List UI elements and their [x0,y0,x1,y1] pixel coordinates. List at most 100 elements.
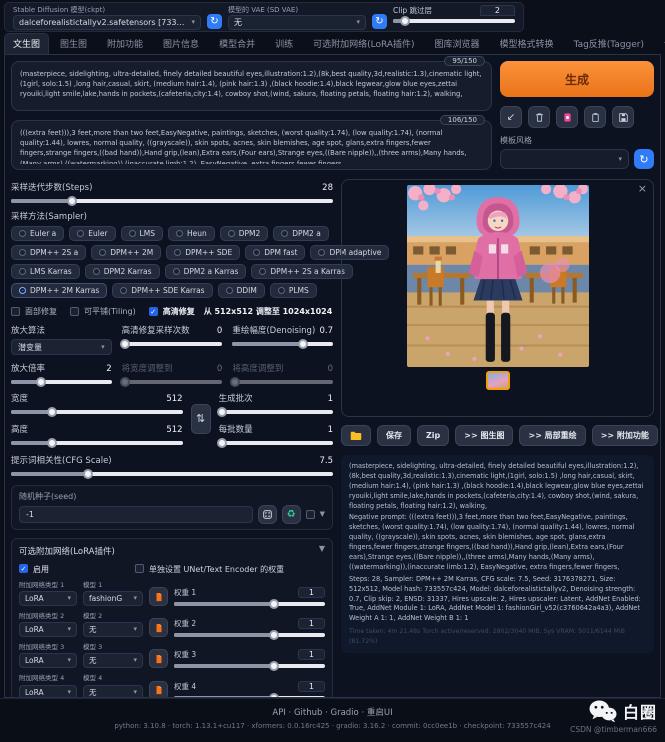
tab-train[interactable]: 训练 [266,33,302,54]
denoise-slider[interactable] [232,342,333,346]
send-to-inpaint-button[interactable]: >> 局部重绘 [519,425,585,446]
upscaler-select[interactable]: 潜变量▾ [11,339,112,355]
close-icon[interactable]: × [638,182,647,195]
resize-width-slider[interactable] [122,380,223,384]
lora-weight-value[interactable]: 1 [298,649,325,660]
batch-size-slider[interactable] [219,441,333,445]
sampler-option-selected[interactable]: DPM++ 2M Karras [11,283,107,298]
sampler-option[interactable]: DPM++ 2S a Karras [251,264,353,279]
sampler-option[interactable]: DPM fast [245,245,305,260]
addnet-separate-checkbox[interactable] [135,564,144,573]
sampler-option[interactable]: DPM++ 2S a [11,245,86,260]
generated-image[interactable] [407,185,589,367]
tab-image-browser[interactable]: 图库浏览器 [426,33,489,54]
sampler-option[interactable]: DPM++ SDE Karras [112,283,212,298]
lora-weight-slider[interactable] [174,633,325,637]
lora-model-select[interactable]: fashionG▾ [83,591,143,606]
footer: API · Github · Gradio · 重启UI python: 3.1… [0,698,665,742]
addnet-enable-checkbox[interactable]: ✓ [19,564,28,573]
steps-slider[interactable] [11,199,333,203]
face-restore-checkbox[interactable] [11,307,20,316]
sampler-option[interactable]: LMS Karras [11,264,80,279]
gallery-thumbnail[interactable] [486,371,510,390]
styles-select[interactable]: ▾ [500,149,629,169]
prompt-input[interactable]: (masterpiece, sidelighting, ultra-detail… [20,69,483,105]
sampler-option[interactable]: Euler [69,226,115,241]
reuse-seed-button[interactable]: ♻ [282,505,301,524]
random-seed-button[interactable] [258,505,277,524]
sampler-option[interactable]: Heun [168,226,215,241]
lora-model-select[interactable]: 无▾ [83,653,143,668]
send-to-img2img-button[interactable]: >> 图生图 [455,425,513,446]
hires-steps-slider[interactable] [122,342,223,346]
generate-button[interactable]: 生成 [500,61,654,97]
lora-type-select[interactable]: LoRA▾ [19,685,77,699]
lora-weight-value[interactable]: 1 [298,681,325,692]
tab-tagger[interactable]: Tag反推(Tagger) [565,33,653,54]
sampler-option[interactable]: Euler a [11,226,64,241]
refresh-checkpoint-button[interactable]: ↻ [207,14,222,29]
extra-networks-button[interactable] [556,106,578,128]
sampler-option[interactable]: DDIM [218,283,265,298]
sampler-option[interactable]: DPM2 a Karras [165,264,247,279]
sampler-option[interactable]: DPM++ 2M [91,245,161,260]
lora-metadata-button[interactable] [149,587,168,606]
checkpoint-select[interactable]: dalceforealistictallyv2.safetensors [733… [13,15,201,30]
upscale-by-slider[interactable] [11,380,112,384]
brand-watermark: 白圈 [588,699,657,723]
width-slider[interactable] [11,410,183,414]
lora-model-select[interactable]: 无▾ [83,685,143,699]
tab-png-info[interactable]: 图片信息 [154,33,208,54]
lora-weight-value[interactable]: 1 [298,587,325,598]
tab-extras[interactable]: 附加功能 [98,33,152,54]
seed-extra-checkbox[interactable] [306,510,315,519]
lora-weight-slider[interactable] [174,602,325,606]
additional-networks-header[interactable]: 可选附加网络(LoRA插件) ▼ [19,545,325,557]
refresh-vae-button[interactable]: ↻ [372,14,387,29]
save-style-button[interactable] [612,106,634,128]
negative-prompt-input[interactable]: (((extra feet))),3 feet,more than two fe… [20,128,483,164]
tab-img2img[interactable]: 图生图 [51,33,96,54]
batch-count-slider[interactable] [219,410,333,414]
lora-type-select[interactable]: LoRA▾ [19,591,77,606]
clip-skip-slider[interactable] [393,19,515,23]
tab-model-converter[interactable]: 模型格式转换 [491,33,563,54]
paste-params-button[interactable]: ↙ [500,106,522,128]
vae-select[interactable]: 无 ▾ [228,15,366,30]
lora-metadata-button[interactable] [149,649,168,668]
lora-type-select[interactable]: LoRA▾ [19,653,77,668]
seed-input[interactable]: -1 [19,506,253,523]
sampler-option[interactable]: PLMS [270,283,317,298]
height-slider[interactable] [11,441,183,445]
send-to-extras-button[interactable]: >> 附加功能 [592,425,658,446]
lora-row-3: 附加网络类型 3LoRA▾ 模型 3无▾ 权重 31 [19,643,325,668]
cfg-slider[interactable] [11,472,333,476]
hires-checkbox[interactable]: ✓ [149,307,158,316]
lora-metadata-button[interactable] [149,618,168,637]
tab-additional-networks[interactable]: 可选附加网络(LoRA插件) [304,33,423,54]
apply-style-button[interactable] [584,106,606,128]
save-image-button[interactable]: 保存 [377,425,411,446]
lora-type-select[interactable]: LoRA▾ [19,622,77,637]
tab-settings[interactable]: 设置 [655,33,665,54]
refresh-styles-button[interactable]: ↻ [634,149,654,169]
sampler-option[interactable]: DPM2 [220,226,269,241]
zip-button[interactable]: Zip [417,425,449,446]
tab-checkpoint-merger[interactable]: 模型合并 [210,33,264,54]
sampler-option[interactable]: DPM++ SDE [166,245,240,260]
resize-height-slider[interactable] [232,380,333,384]
sampler-option[interactable]: DPM2 a [273,226,329,241]
swap-dimensions-button[interactable]: ⇅ [191,404,211,434]
tiling-checkbox[interactable] [70,307,79,316]
lora-weight-slider[interactable] [174,664,325,668]
lora-metadata-button[interactable] [149,681,168,699]
tab-txt2img[interactable]: 文生图 [4,33,49,54]
sampler-option[interactable]: DPM2 Karras [85,264,160,279]
lora-weight-value[interactable]: 1 [298,618,325,629]
chevron-down-icon: ▾ [618,156,622,163]
clear-prompt-button[interactable] [528,106,550,128]
sampler-option[interactable]: LMS [121,226,163,241]
lora-model-select[interactable]: 无▾ [83,622,143,637]
footer-links[interactable]: API · Github · Gradio · 重启UI [0,706,665,718]
open-folder-button[interactable] [341,425,371,446]
